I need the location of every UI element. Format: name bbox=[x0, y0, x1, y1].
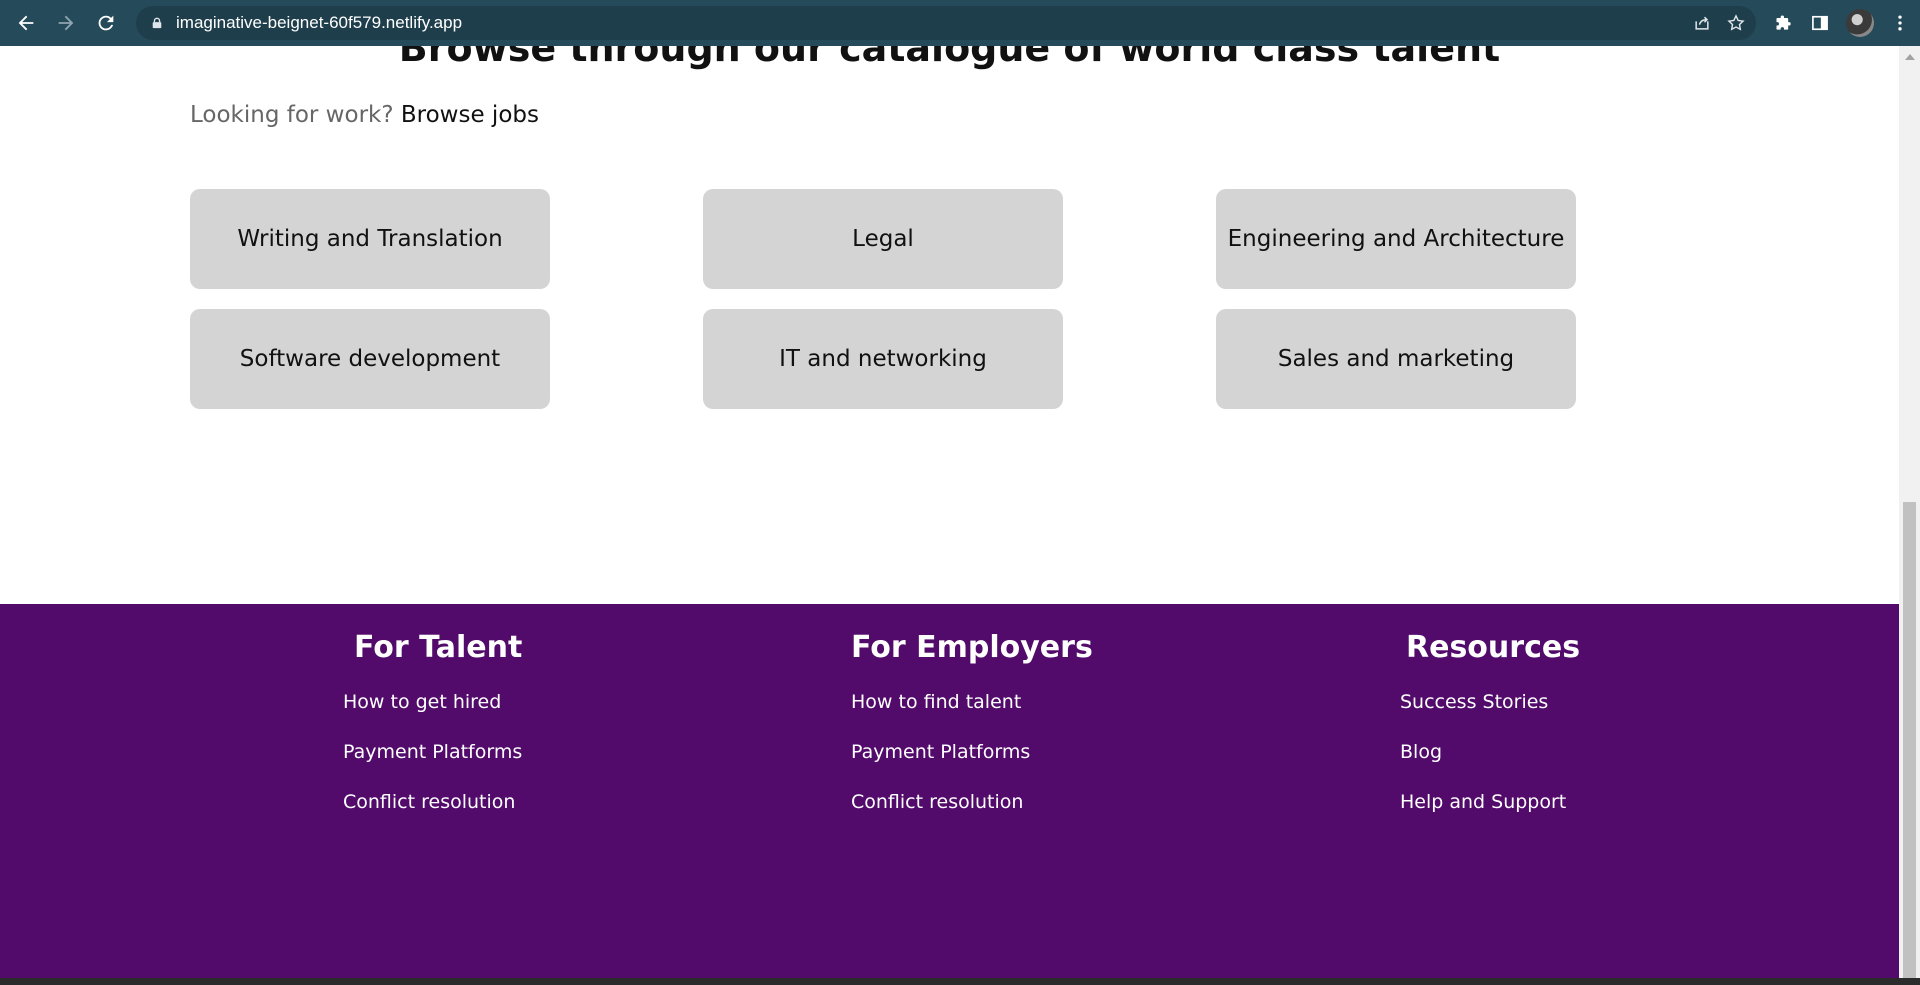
looking-for-work-text: Looking for work? bbox=[190, 102, 394, 128]
browser-toolbar: imaginative-beignet-60f579.netlify.app bbox=[0, 0, 1920, 46]
address-bar[interactable]: imaginative-beignet-60f579.netlify.app bbox=[136, 6, 1756, 40]
browse-jobs-link[interactable]: Browse jobs bbox=[401, 102, 539, 128]
forward-arrow-icon bbox=[58, 15, 74, 31]
category-software-development[interactable]: Software development bbox=[190, 309, 550, 409]
side-panel-icon[interactable] bbox=[1810, 13, 1830, 33]
page-headline: Browse through our catalogue of world cl… bbox=[398, 46, 1501, 70]
reload-button[interactable] bbox=[86, 3, 126, 43]
category-grid: Writing and Translation Legal Engineerin… bbox=[190, 189, 1576, 409]
forward-button[interactable] bbox=[46, 3, 86, 43]
site-footer: For Talent How to get hired Payment Plat… bbox=[0, 604, 1899, 978]
category-it-networking[interactable]: IT and networking bbox=[703, 309, 1063, 409]
vertical-scrollbar[interactable] bbox=[1899, 46, 1920, 978]
profile-avatar[interactable] bbox=[1846, 9, 1874, 37]
page-viewport: Browse through our catalogue of world cl… bbox=[0, 46, 1899, 978]
footer-link-employers-payment-platforms[interactable]: Payment Platforms bbox=[851, 740, 1030, 764]
lock-icon[interactable] bbox=[150, 16, 164, 30]
star-icon[interactable] bbox=[1726, 13, 1746, 33]
footer-heading-talent: For Talent bbox=[354, 630, 523, 665]
category-sales-marketing[interactable]: Sales and marketing bbox=[1216, 309, 1576, 409]
bottom-edge bbox=[0, 978, 1920, 985]
scrollbar-thumb[interactable] bbox=[1903, 502, 1916, 978]
footer-link-talent-conflict-resolution[interactable]: Conflict resolution bbox=[343, 790, 522, 814]
category-engineering-architecture[interactable]: Engineering and Architecture bbox=[1216, 189, 1576, 289]
reload-icon bbox=[98, 15, 114, 31]
footer-heading-resources: Resources bbox=[1406, 630, 1581, 665]
extensions-icon[interactable] bbox=[1774, 13, 1794, 33]
back-button[interactable] bbox=[6, 3, 46, 43]
more-menu-icon[interactable] bbox=[1890, 13, 1910, 33]
footer-link-how-to-get-hired[interactable]: How to get hired bbox=[343, 690, 522, 714]
scroll-up-arrow-icon[interactable] bbox=[1905, 54, 1915, 60]
footer-link-employers-conflict-resolution[interactable]: Conflict resolution bbox=[851, 790, 1030, 814]
back-arrow-icon bbox=[18, 15, 34, 31]
footer-link-talent-payment-platforms[interactable]: Payment Platforms bbox=[343, 740, 522, 764]
url-text[interactable]: imaginative-beignet-60f579.netlify.app bbox=[176, 13, 462, 33]
footer-link-success-stories[interactable]: Success Stories bbox=[1400, 690, 1566, 714]
footer-link-help-support[interactable]: Help and Support bbox=[1400, 790, 1566, 814]
category-legal[interactable]: Legal bbox=[703, 189, 1063, 289]
share-icon[interactable] bbox=[1692, 13, 1712, 33]
looking-for-work-line: Looking for work? Browse jobs bbox=[190, 100, 539, 130]
footer-heading-employers: For Employers bbox=[851, 630, 1093, 665]
footer-link-how-to-find-talent[interactable]: How to find talent bbox=[851, 690, 1030, 714]
category-writing-translation[interactable]: Writing and Translation bbox=[190, 189, 550, 289]
footer-link-blog[interactable]: Blog bbox=[1400, 740, 1566, 764]
